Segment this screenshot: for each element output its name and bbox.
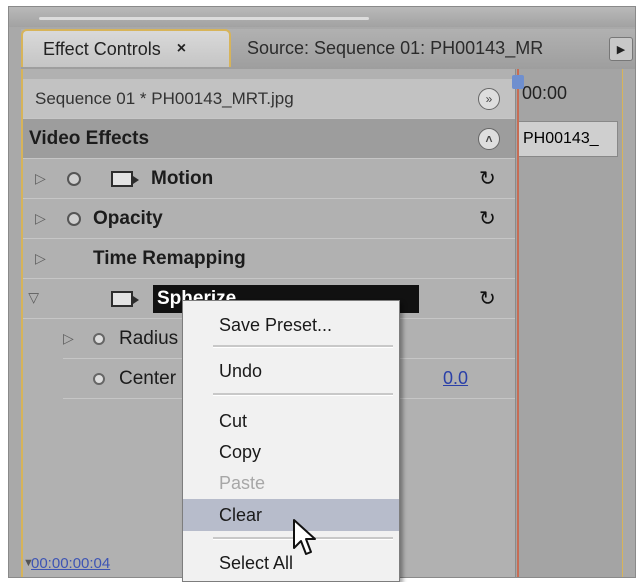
effect-label-time-remapping: Time Remapping <box>93 247 246 269</box>
panel-menu-button[interactable]: ▶ <box>609 37 633 61</box>
fx-toggle-icon[interactable] <box>67 211 81 226</box>
mouse-pointer-icon <box>293 519 316 555</box>
show-timeline-icon[interactable]: » <box>478 88 500 110</box>
effect-timeline[interactable]: 00:00 PH00143_ <box>515 69 622 577</box>
expand-triangle-icon[interactable]: ▷ <box>35 210 46 227</box>
playhead-line[interactable] <box>517 69 519 577</box>
menu-item-undo[interactable]: Undo <box>183 355 399 387</box>
playhead-handle[interactable] <box>512 75 524 89</box>
property-label-center: Center <box>119 367 177 389</box>
menu-item-select-all[interactable]: Select All <box>183 547 399 579</box>
timeline-time-label: 00:00 <box>522 83 568 103</box>
reset-icon[interactable]: ↻ <box>479 166 496 191</box>
spherize-transform-icon[interactable] <box>111 290 139 307</box>
play-triangle-icon: ▶ <box>616 43 626 56</box>
window-top-strip <box>9 7 635 27</box>
tab-effect-controls[interactable]: Effect Controls × <box>21 29 231 67</box>
timeline-clip[interactable]: PH00143_ <box>518 121 618 157</box>
reset-icon[interactable]: ↻ <box>479 206 496 231</box>
stopwatch-icon[interactable] <box>93 372 105 385</box>
video-effects-label: Video Effects <box>29 127 150 149</box>
collapse-triangle-icon[interactable]: ▷ <box>26 293 43 304</box>
effect-row-time-remapping[interactable]: ▷ Time Remapping <box>23 239 515 279</box>
property-label-radius: Radius <box>119 327 179 349</box>
effect-row-opacity[interactable]: ▷ Opacity ↻ <box>23 199 515 239</box>
tab-source[interactable]: Source: Sequence 01: PH00143_MR <box>235 29 603 67</box>
context-menu: Save Preset... Undo Cut Copy Paste Clear… <box>182 300 400 582</box>
sequence-label: Sequence 01 * PH00143_MRT.jpg <box>35 88 294 108</box>
menu-item-copy[interactable]: Copy <box>183 436 399 468</box>
effect-label-opacity: Opacity <box>93 207 163 229</box>
expand-triangle-icon[interactable]: ▷ <box>35 250 46 267</box>
reset-icon[interactable]: ↻ <box>479 286 496 311</box>
tab-effect-controls-label: Effect Controls <box>43 38 161 59</box>
close-tab-icon[interactable]: × <box>177 40 186 58</box>
menu-item-cut[interactable]: Cut <box>183 405 399 437</box>
center-value[interactable]: 0.0 <box>443 368 468 389</box>
collapse-icon[interactable]: ˄ <box>478 128 500 150</box>
effect-row-motion[interactable]: ▷ Motion ↻ <box>23 159 515 199</box>
effect-label-motion: Motion <box>151 167 214 189</box>
panel-tab-bar: Effect Controls × Source: Sequence 01: P… <box>21 29 635 69</box>
menu-separator <box>213 393 393 396</box>
tab-source-label: Source: Sequence 01: PH00143_MR <box>247 37 544 58</box>
menu-item-save-preset[interactable]: Save Preset... <box>183 309 399 341</box>
menu-item-clear[interactable]: Clear <box>183 499 399 531</box>
video-effects-header: Video Effects ˄ <box>23 119 515 159</box>
sequence-row: Sequence 01 * PH00143_MRT.jpg » <box>23 79 515 119</box>
expand-triangle-icon[interactable]: ▷ <box>63 330 74 347</box>
fx-toggle-icon[interactable] <box>67 171 81 186</box>
current-timecode[interactable]: 00:00:00:04 <box>31 555 110 572</box>
menu-item-paste: Paste <box>219 473 266 493</box>
menu-separator <box>213 345 393 348</box>
motion-transform-icon[interactable] <box>111 170 139 187</box>
expand-triangle-icon[interactable]: ▷ <box>35 170 46 187</box>
stopwatch-icon[interactable] <box>93 332 105 345</box>
